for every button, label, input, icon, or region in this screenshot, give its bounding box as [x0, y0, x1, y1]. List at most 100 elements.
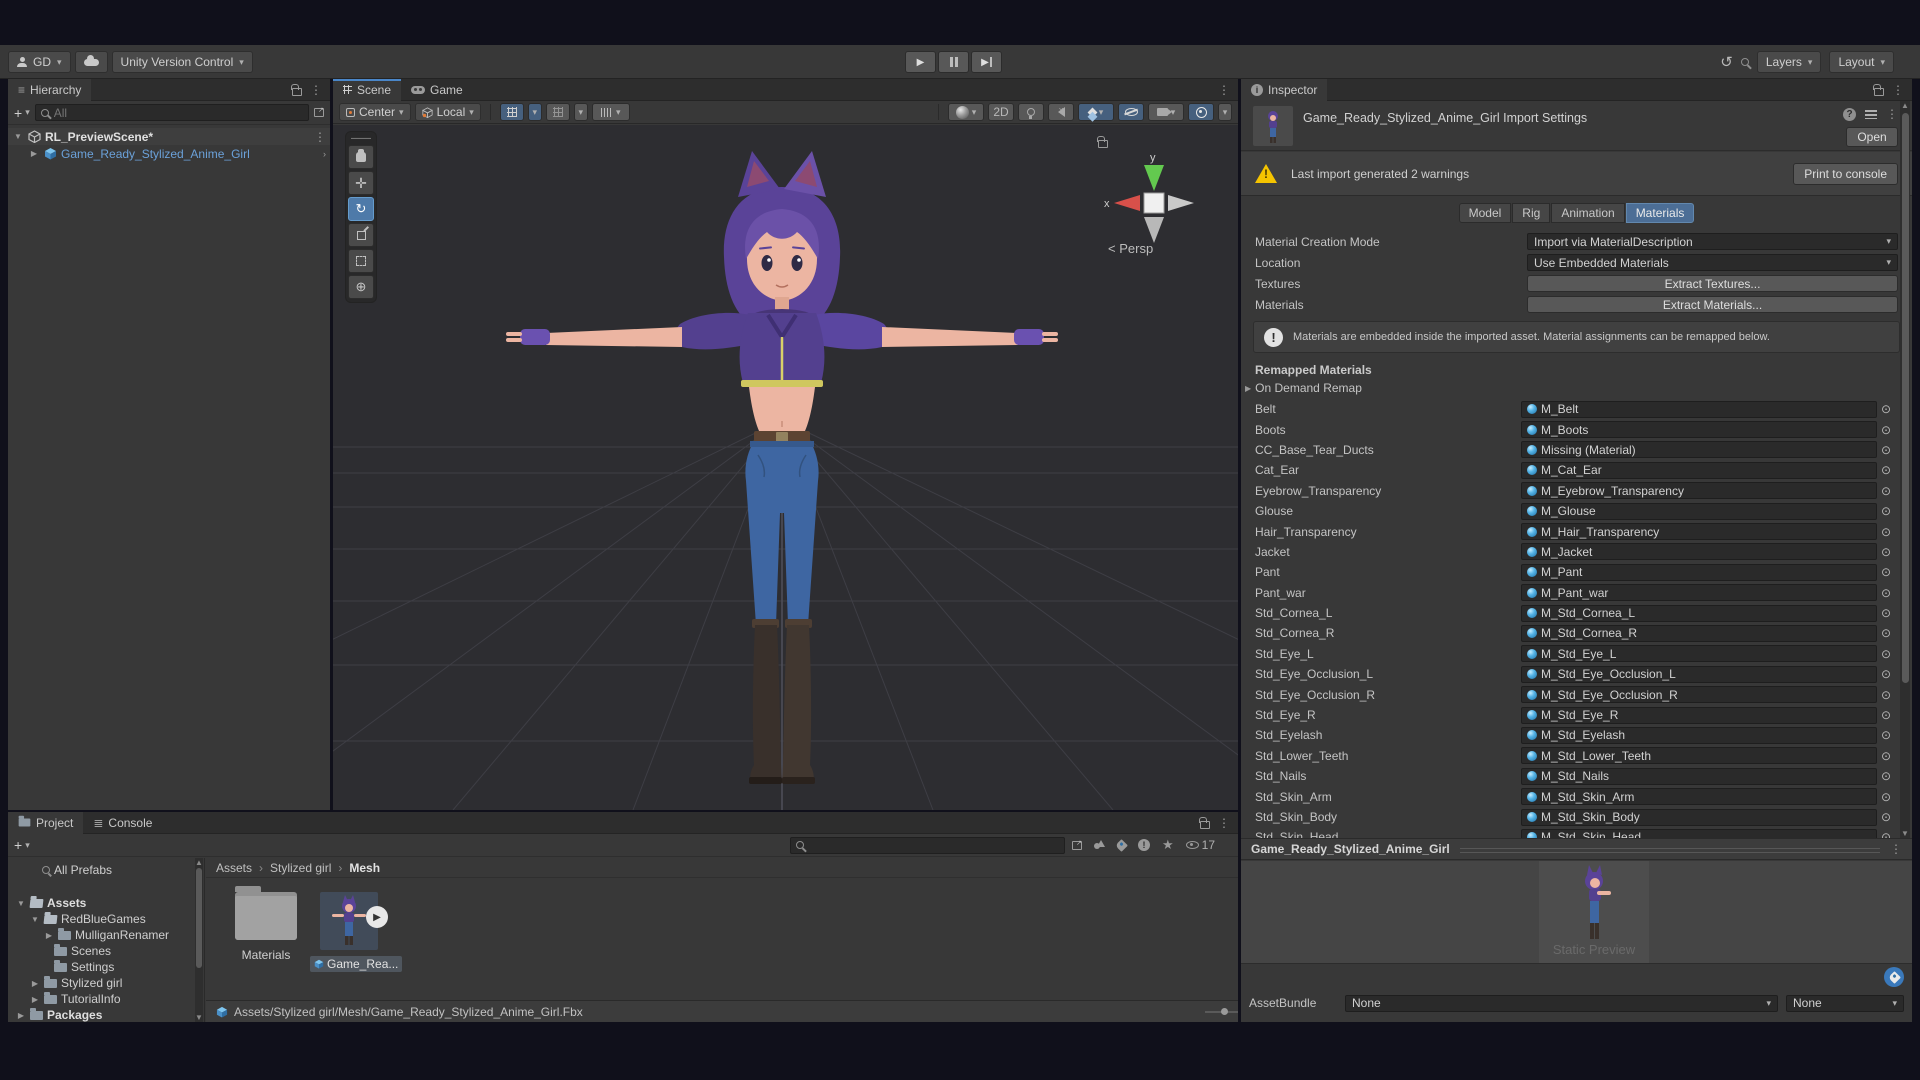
shading-mode-dropdown[interactable]: ▾: [948, 103, 984, 121]
kebab-menu-icon[interactable]: ⋮: [310, 83, 322, 97]
project-tree-item[interactable]: Settings: [8, 959, 204, 975]
hierarchy-prefab-row[interactable]: ▶ Game_Ready_Stylized_Anime_Girl ›: [8, 145, 330, 162]
gizmos-dropdown[interactable]: ▾: [1218, 103, 1232, 121]
search-by-type-icon[interactable]: [1094, 840, 1105, 850]
inspector-scrollbar[interactable]: ▲ ▼: [1900, 101, 1910, 838]
material-object-field[interactable]: M_Hair_Transparency: [1521, 523, 1877, 541]
lock-icon[interactable]: [291, 84, 302, 96]
grid-snapping-dropdown[interactable]: ▾: [527, 103, 542, 121]
material-object-field[interactable]: M_Std_Eye_L: [1521, 645, 1877, 663]
material-creation-mode-dropdown[interactable]: Import via MaterialDescription ▾: [1527, 233, 1898, 250]
project-tree-item[interactable]: ▶ Stylized girl: [8, 975, 204, 991]
kebab-menu-icon[interactable]: ⋮: [1218, 83, 1238, 97]
project-tree-item[interactable]: ▼ Assets: [8, 895, 204, 911]
material-object-field[interactable]: Missing (Material): [1521, 441, 1877, 459]
material-object-field[interactable]: M_Std_Lower_Teeth: [1521, 747, 1877, 765]
material-object-field[interactable]: M_Glouse: [1521, 502, 1877, 520]
object-picker-icon[interactable]: ⊙: [1877, 525, 1895, 539]
asset-item-materials-folder[interactable]: Materials: [230, 886, 302, 962]
object-picker-icon[interactable]: ⊙: [1877, 463, 1895, 477]
overlay-drag-handle[interactable]: ——: [351, 134, 371, 144]
breadcrumb-item[interactable]: Assets: [216, 861, 270, 875]
material-object-field[interactable]: M_Std_Cornea_R: [1521, 624, 1877, 642]
hierarchy-scene-row[interactable]: ▼ RL_PreviewScene* ⋮: [8, 128, 330, 145]
foldout-arrow-icon[interactable]: ▶: [28, 149, 40, 158]
object-picker-icon[interactable]: ⊙: [1877, 423, 1895, 437]
rotate-tool[interactable]: ↻: [348, 197, 374, 221]
step-button[interactable]: ▶: [971, 51, 1002, 73]
undo-history-icon[interactable]: ↺: [1720, 53, 1733, 71]
tab-project[interactable]: Project: [8, 811, 84, 834]
help-icon[interactable]: ?: [1843, 107, 1856, 121]
tree-scrollbar[interactable]: ▲ ▼: [195, 858, 203, 1022]
project-tree-item[interactable]: Scenes: [8, 943, 204, 959]
project-search-field[interactable]: [790, 836, 1065, 854]
scroll-down-arrow[interactable]: ▼: [195, 1013, 203, 1022]
import-tab[interactable]: Materials: [1625, 203, 1695, 223]
scrollbar-thumb[interactable]: [1901, 113, 1909, 683]
kebab-menu-icon[interactable]: ⋮: [314, 130, 326, 144]
material-object-field[interactable]: M_Cat_Ear: [1521, 461, 1877, 479]
project-tree-item[interactable]: ▶ MulliganRenamer: [8, 927, 204, 943]
camera-settings-dropdown[interactable]: ▾: [1148, 103, 1184, 121]
preview-drag-handle[interactable]: [1459, 847, 1880, 853]
object-picker-icon[interactable]: ⊙: [1877, 749, 1895, 763]
perspective-toggle[interactable]: < Persp: [1108, 241, 1153, 256]
object-picker-icon[interactable]: ⊙: [1877, 565, 1895, 579]
hierarchy-search-field[interactable]: [34, 104, 309, 121]
project-tree-item[interactable]: ▶ TutorialInfo: [8, 991, 204, 1007]
preview-area[interactable]: Static Preview: [1241, 861, 1912, 963]
layers-dropdown[interactable]: Layers ▾: [1756, 51, 1822, 73]
lock-icon[interactable]: [1199, 817, 1210, 829]
object-picker-icon[interactable]: ⊙: [1877, 728, 1895, 742]
material-object-field[interactable]: M_Std_Skin_Body: [1521, 808, 1877, 826]
material-object-field[interactable]: M_Std_Eye_Occlusion_L: [1521, 665, 1877, 683]
chevron-down-icon[interactable]: ▾: [25, 107, 30, 118]
scene-visibility-toggle[interactable]: [1118, 103, 1144, 121]
asset-item-fbx-model[interactable]: ▶ Game_Rea...: [310, 892, 403, 972]
scrollbar-thumb[interactable]: [196, 868, 202, 968]
object-picker-icon[interactable]: ⊙: [1877, 402, 1895, 416]
material-object-field[interactable]: M_Std_Eye_R: [1521, 706, 1877, 724]
scene-lighting-toggle[interactable]: [1018, 103, 1044, 121]
project-tree-item[interactable]: ▶ Packages: [8, 1007, 204, 1022]
tree-expand-arrow[interactable]: ▼: [30, 915, 40, 924]
chevron-down-icon[interactable]: ▾: [25, 840, 30, 851]
object-picker-icon[interactable]: ⊙: [1877, 769, 1895, 783]
breadcrumb-item[interactable]: Mesh: [349, 861, 380, 875]
kebab-menu-icon[interactable]: ⋮: [1892, 83, 1904, 97]
tool-pivot-dropdown[interactable]: Center ▾: [339, 103, 411, 121]
print-to-console-button[interactable]: Print to console: [1793, 162, 1898, 185]
window-popout-icon[interactable]: [314, 106, 324, 117]
material-object-field[interactable]: M_Std_Skin_Arm: [1521, 788, 1877, 806]
extract-materials-button[interactable]: Extract Materials...: [1527, 296, 1898, 313]
location-dropdown[interactable]: Use Embedded Materials ▾: [1527, 254, 1898, 271]
layout-dropdown[interactable]: Layout ▾: [1829, 51, 1894, 73]
object-picker-icon[interactable]: ⊙: [1877, 443, 1895, 457]
project-search-input[interactable]: [809, 838, 1059, 852]
search-icon[interactable]: [1740, 58, 1749, 66]
object-picker-icon[interactable]: ⊙: [1877, 504, 1895, 518]
kebab-menu-icon[interactable]: ⋮: [1218, 816, 1230, 830]
tab-inspector[interactable]: i Inspector: [1241, 78, 1328, 101]
object-picker-icon[interactable]: ⊙: [1877, 484, 1895, 498]
on-demand-remap-foldout[interactable]: ▶ On Demand Remap: [1245, 381, 1362, 395]
material-object-field[interactable]: M_Pant: [1521, 563, 1877, 581]
thumbnail-size-slider[interactable]: [1205, 1008, 1238, 1015]
create-asset-button[interactable]: +: [14, 837, 22, 853]
increment-snap-toggle[interactable]: [545, 103, 570, 121]
breadcrumb-item[interactable]: Stylized girl: [270, 861, 349, 875]
create-add-button[interactable]: +: [14, 105, 22, 121]
search-popout-icon[interactable]: [1072, 839, 1082, 850]
scene-audio-toggle[interactable]: [1048, 103, 1074, 121]
asset-labels-button[interactable]: [1884, 967, 1904, 987]
favorites-star-icon[interactable]: ★: [1162, 837, 1174, 853]
project-tree-item[interactable]: ▼ RedBlueGames: [8, 911, 204, 927]
material-object-field[interactable]: M_Std_Eyelash: [1521, 726, 1877, 744]
assetbundle-variant-dropdown[interactable]: None ▾: [1786, 994, 1904, 1012]
object-picker-icon[interactable]: ⊙: [1877, 586, 1895, 600]
search-by-label-icon[interactable]: [1115, 838, 1128, 852]
kebab-menu-icon[interactable]: ⋮: [1886, 107, 1898, 121]
scroll-up-arrow[interactable]: ▲: [195, 858, 203, 867]
open-prefab-arrow-icon[interactable]: ›: [323, 149, 326, 159]
